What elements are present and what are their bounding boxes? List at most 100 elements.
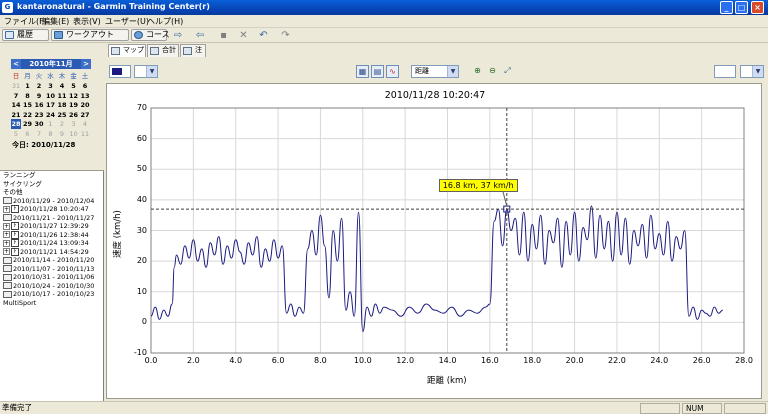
close-button[interactable]: × — [751, 1, 764, 14]
calendar-day[interactable]: 9 — [34, 91, 44, 101]
expand-icon[interactable]: + — [3, 239, 10, 247]
calendar-day[interactable]: 6 — [23, 129, 33, 139]
delete-icon[interactable]: ✕ — [238, 30, 249, 41]
calendar-day[interactable]: 13 — [80, 91, 90, 101]
courses-button[interactable]: コース — [131, 29, 170, 41]
calendar-day[interactable]: 26 — [69, 110, 79, 120]
history-label: 履歴 — [17, 30, 33, 39]
tab-totals-label: 合計 — [162, 46, 176, 54]
calendar-day[interactable]: 1 — [23, 81, 33, 91]
notes-icon — [183, 47, 192, 55]
calendar-day[interactable]: 10 — [46, 91, 56, 101]
tree-item-label: 2010/11/28 10:20:47 — [20, 205, 89, 213]
maximize-button[interactable]: □ — [735, 1, 748, 14]
zoom-in-icon[interactable]: ⊕ — [471, 65, 484, 78]
calendar-day[interactable]: 5 — [69, 81, 79, 91]
calendar-day[interactable]: 12 — [69, 91, 79, 101]
calendar-week-icon — [3, 290, 12, 298]
menu-edit[interactable]: 編集(E) — [42, 16, 69, 27]
speed-chart[interactable]: 2010/11/28 10:20:47 0.0 2.0 4.0 6.0 8.0 10.0 1… — [106, 83, 762, 399]
calendar-day[interactable]: 2 — [34, 81, 44, 91]
tab-notes[interactable]: 注 — [180, 44, 206, 57]
calendar-next-button[interactable]: > — [81, 59, 91, 69]
undo-icon[interactable]: ↶ — [258, 30, 269, 41]
minimize-button[interactable]: _ — [720, 1, 733, 14]
history-button[interactable]: 履歴 — [2, 29, 49, 41]
line-color-swatch — [112, 68, 122, 75]
xaxis-dropdown[interactable]: 距離 ▼ — [411, 65, 459, 78]
expand-icon[interactable]: + — [3, 222, 10, 230]
calendar-day[interactable]: 8 — [46, 129, 56, 139]
expand-icon[interactable]: + — [3, 248, 10, 255]
calendar-day[interactable]: 21 — [11, 110, 21, 120]
chevron-down-icon: ▼ — [146, 66, 157, 77]
calendar-day[interactable]: 10 — [69, 129, 79, 139]
calendar-day[interactable]: 29 — [23, 119, 33, 129]
graph-line-icon[interactable]: ∿ — [386, 65, 399, 78]
y-tick-label: 40 — [136, 194, 147, 204]
history-pane: < 2010年11月 > 日月火水木金土 31 1 2 3 4 5 6 7 8 9 10 11 12 13 1… — [0, 43, 104, 401]
calendar-day[interactable]: 25 — [57, 110, 67, 120]
send-to-device-icon[interactable]: ⇨ — [168, 30, 188, 41]
calendar-day[interactable]: 7 — [34, 129, 44, 139]
calendar-day[interactable]: 24 — [46, 110, 56, 120]
calendar-day[interactable]: 1 — [46, 119, 56, 129]
calendar-day[interactable]: 19 — [69, 100, 79, 110]
redo-icon[interactable]: ↷ — [280, 30, 291, 41]
x-tick-label: 12.0 — [396, 356, 415, 365]
calendar-day[interactable]: 17 — [46, 100, 56, 110]
calendar-day[interactable]: 6 — [80, 81, 90, 91]
calendar-day[interactable]: 3 — [46, 81, 56, 91]
x-tick-label: 6.0 — [271, 356, 285, 365]
tab-notes-label: 注 — [195, 46, 202, 54]
calendar-day[interactable]: 8 — [23, 91, 33, 101]
second-line-color-picker[interactable] — [714, 65, 736, 78]
save-icon[interactable]: ▪ — [218, 30, 229, 41]
receive-from-device-icon[interactable]: ⇦ — [190, 30, 210, 41]
graph-split-icon[interactable]: ▤ — [371, 65, 384, 78]
calendar-day[interactable]: 7 — [11, 91, 21, 101]
calendar-day[interactable]: 3 — [69, 119, 79, 129]
calendar-day[interactable]: 16 — [34, 100, 44, 110]
expand-icon[interactable]: + — [3, 231, 10, 238]
activity-icon: ﾄ — [11, 247, 19, 256]
calendar-day[interactable]: 20 — [80, 100, 90, 110]
graph-layout-icon[interactable]: ▦ — [356, 65, 369, 78]
calendar-day[interactable]: 4 — [80, 119, 90, 129]
calendar-day[interactable]: 14 — [11, 100, 21, 110]
tab-map[interactable]: マップ — [108, 44, 146, 57]
graph-series-dropdown[interactable]: ▼ — [134, 65, 158, 78]
calendar-day[interactable]: 9 — [57, 129, 67, 139]
line-color-picker[interactable] — [109, 65, 131, 78]
tree-multisport[interactable]: MultiSport — [3, 299, 36, 308]
calendar-day[interactable]: 5 — [11, 129, 21, 139]
calendar-day[interactable]: 27 — [80, 110, 90, 120]
menu-help[interactable]: ヘルプ(H) — [147, 16, 183, 27]
calendar-day[interactable]: 23 — [34, 110, 44, 120]
totals-icon — [150, 47, 159, 55]
calendar-day[interactable]: 18 — [57, 100, 67, 110]
calendar-day[interactable]: 30 — [34, 119, 44, 129]
zoom-fit-icon[interactable]: ⤢ — [501, 65, 514, 78]
calendar-prev-button[interactable]: < — [11, 59, 21, 69]
expand-icon[interactable]: + — [3, 205, 10, 213]
calendar-day[interactable]: 15 — [23, 100, 33, 110]
calendar-day[interactable]: 31 — [11, 81, 21, 91]
today-label[interactable]: 今日: 2010/11/28 — [12, 140, 75, 150]
tab-totals[interactable]: 合計 — [147, 44, 179, 57]
calendar-day[interactable]: 11 — [80, 129, 90, 139]
tree-item-label: 2010/10/24 - 2010/10/30 — [13, 281, 95, 290]
menu-user[interactable]: ユーザー(U) — [105, 16, 149, 27]
calendar-day[interactable]: 2 — [57, 119, 67, 129]
tree-item-label: 2010/11/27 12:39:29 — [20, 222, 89, 230]
workouts-button[interactable]: ワークアウト — [51, 29, 129, 41]
zoom-out-icon[interactable]: ⊖ — [486, 65, 499, 78]
calendar-day[interactable]: 11 — [57, 91, 67, 101]
calendar-day[interactable]: 28 — [11, 119, 21, 129]
menu-view[interactable]: 表示(V) — [73, 16, 101, 27]
calendar-day[interactable]: 4 — [57, 81, 67, 91]
menu-file[interactable]: ファイル(F) — [4, 16, 47, 27]
y-tick-label: -10 — [133, 348, 147, 357]
second-series-dropdown[interactable]: ▼ — [740, 65, 764, 78]
calendar-day[interactable]: 22 — [23, 110, 33, 120]
